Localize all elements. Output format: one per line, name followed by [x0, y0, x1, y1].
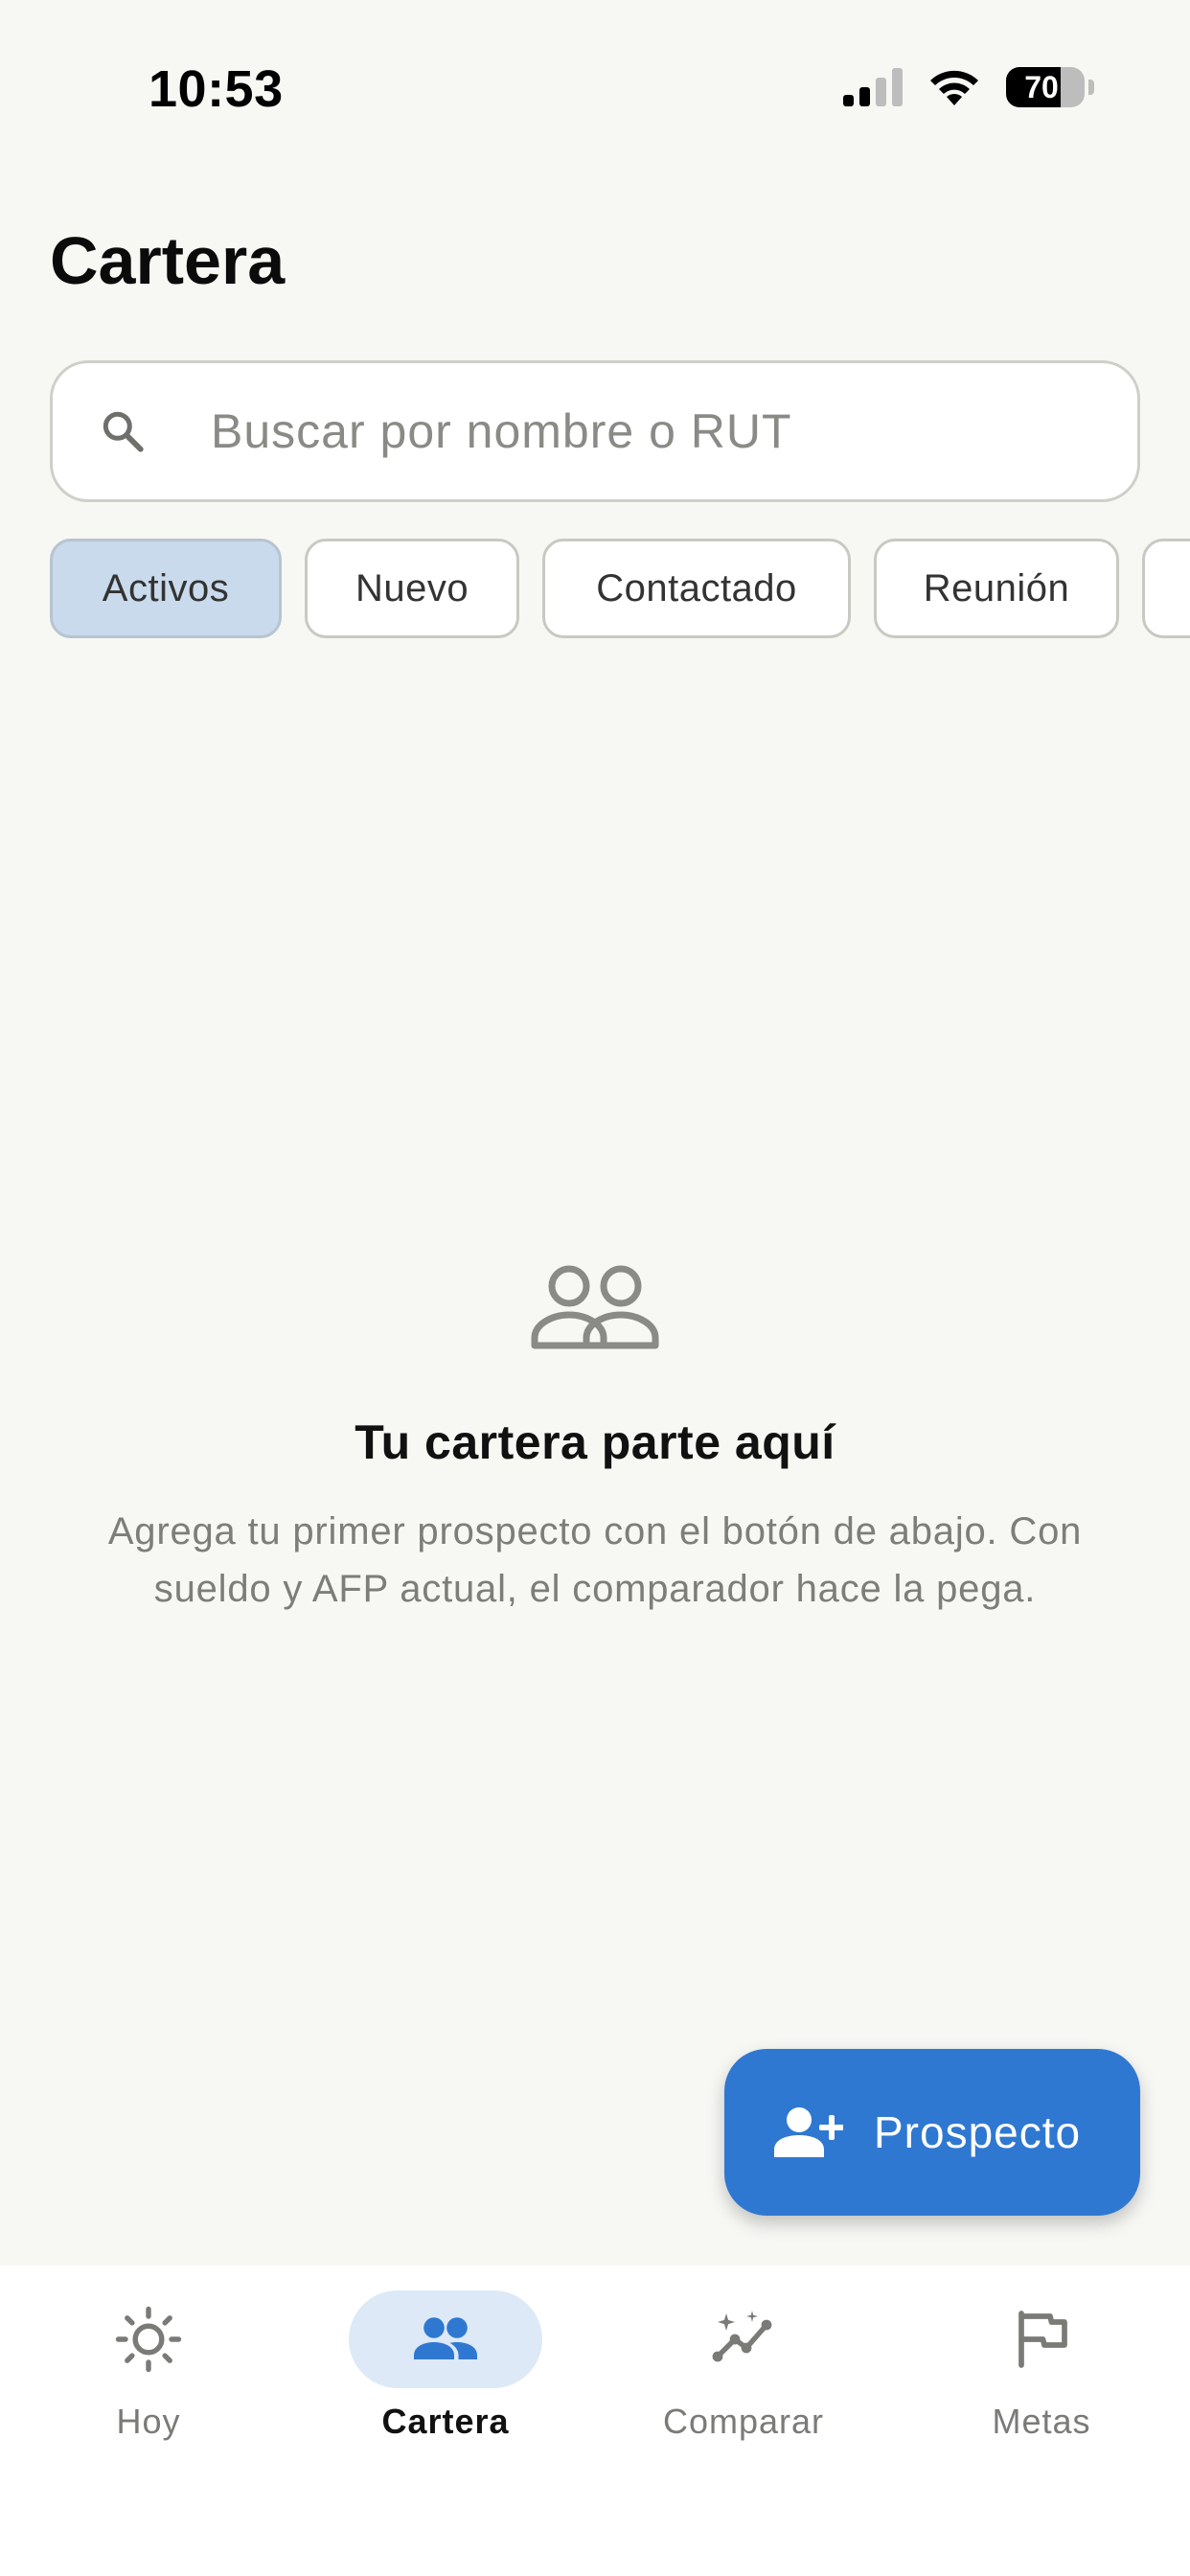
nav-label-hoy: Hoy — [116, 2402, 181, 2441]
nav-item-hoy[interactable]: Hoy — [0, 2290, 297, 2482]
chip-nuevo[interactable]: Nuevo — [305, 539, 519, 638]
flag-icon — [1018, 2311, 1067, 2368]
chip-more[interactable] — [1142, 539, 1190, 638]
sun-icon — [115, 2306, 182, 2373]
status-time: 10:53 — [149, 60, 284, 118]
chip-reunion[interactable]: Reunión — [874, 539, 1119, 638]
filter-chips: Activos Nuevo Contactado Reunión — [50, 539, 1190, 640]
search-input[interactable] — [209, 402, 1056, 460]
nav-label-cartera: Cartera — [381, 2402, 510, 2441]
search-icon — [103, 411, 144, 452]
add-prospect-label: Prospecto — [874, 2107, 1082, 2157]
status-icons: 70 — [843, 67, 1094, 107]
battery-level: 70 — [1024, 69, 1059, 104]
status-bar: 10:53 70 — [0, 0, 1190, 172]
nav-label-metas: Metas — [992, 2402, 1091, 2441]
nav-pill — [647, 2290, 840, 2388]
wifi-icon — [930, 70, 978, 105]
people-icon — [531, 1265, 659, 1349]
battery-cap — [1088, 80, 1094, 95]
nav-pill — [52, 2290, 245, 2388]
nav-pill — [945, 2290, 1138, 2388]
person-add-icon — [774, 2107, 843, 2157]
people-icon — [414, 2317, 477, 2359]
cellular-signal-icon — [843, 68, 903, 106]
chip-activos[interactable]: Activos — [50, 539, 282, 638]
empty-state-message: Agrega tu primer prospecto con el botón … — [107, 1510, 1083, 1610]
battery-icon: 70 — [1006, 67, 1085, 107]
chip-contactado[interactable]: Contactado — [542, 539, 851, 638]
empty-state: Tu cartera parte aquí Agrega tu primer p… — [0, 1265, 1190, 1618]
nav-item-comparar[interactable]: Comparar — [595, 2290, 892, 2482]
nav-item-cartera[interactable]: Cartera — [297, 2290, 594, 2482]
nav-item-metas[interactable]: Metas — [893, 2290, 1190, 2482]
search-bar[interactable] — [50, 360, 1140, 502]
sparkle-chart-icon — [712, 2311, 772, 2362]
nav-pill-active — [349, 2290, 542, 2388]
bottom-navigation: Hoy Cartera Comparar Metas — [0, 2266, 1190, 2576]
add-prospect-button[interactable]: Prospecto — [724, 2049, 1140, 2216]
empty-state-title: Tu cartera parte aquí — [355, 1415, 835, 1469]
page-title: Cartera — [50, 223, 286, 298]
nav-label-comparar: Comparar — [662, 2402, 825, 2441]
